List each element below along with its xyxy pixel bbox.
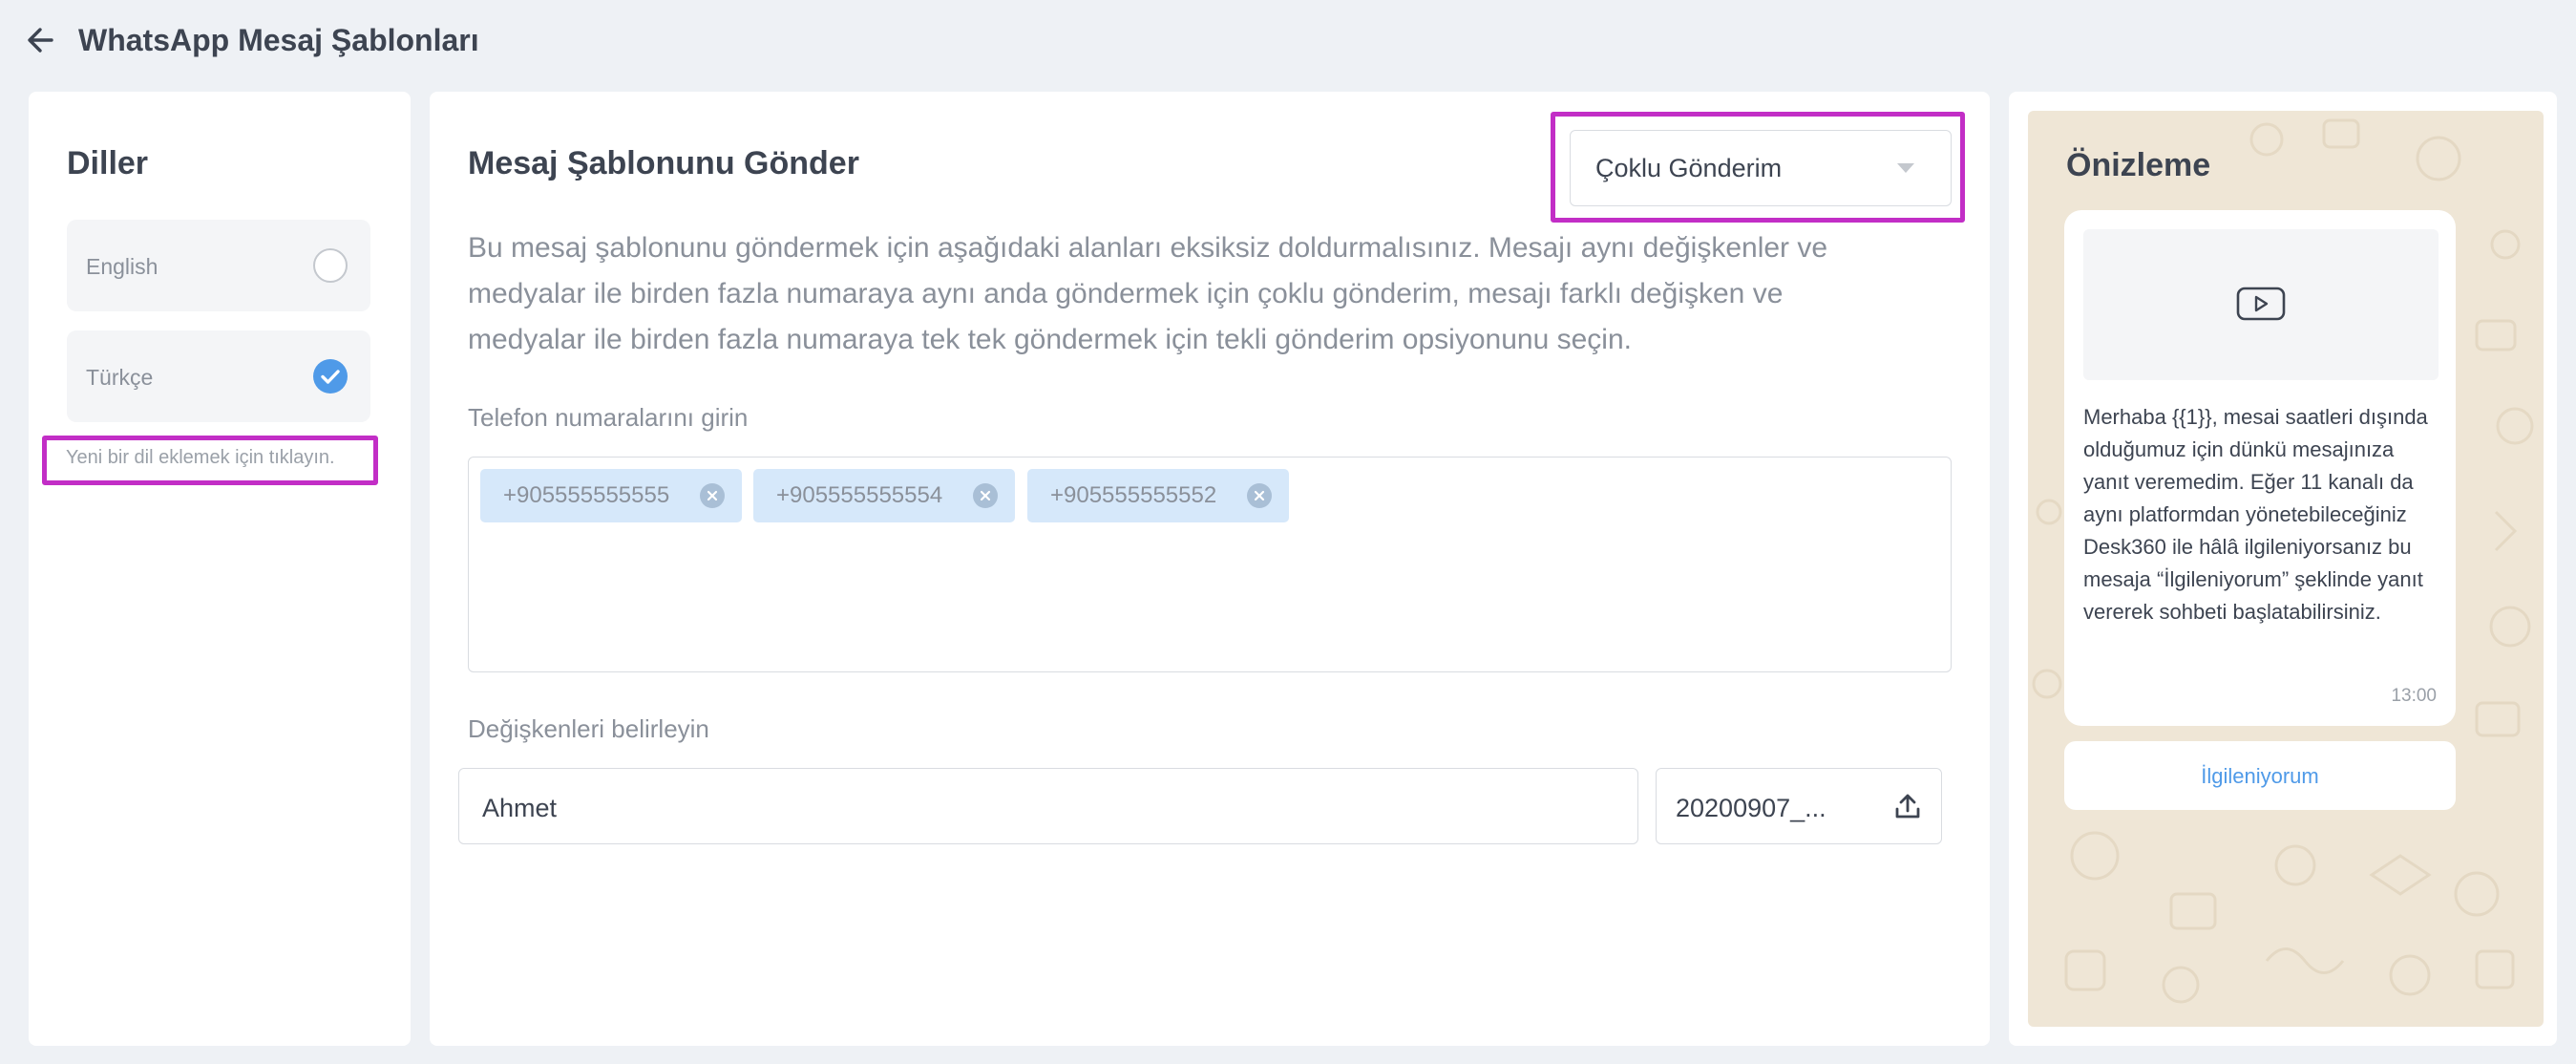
preview-panel: Önizleme Merhaba {{1}}, mesai saatleri d… (2009, 92, 2557, 1046)
variable-input[interactable]: Ahmet (458, 768, 1638, 844)
variables-label: Değişkenleri belirleyin (468, 714, 709, 743)
language-option-turkish[interactable]: Türkçe (67, 330, 370, 422)
language-label: Türkçe (86, 365, 154, 390)
phone-chip: +905555555555 (480, 469, 742, 522)
radio-unchecked-icon[interactable] (313, 248, 348, 283)
page-title: WhatsApp Mesaj Şablonları (78, 23, 479, 57)
caret-down-icon (1897, 163, 1914, 173)
send-type-dropdown[interactable]: Çoklu Gönderim (1570, 130, 1952, 206)
file-name: 20200907_... (1676, 794, 1826, 822)
check-icon (321, 370, 340, 384)
phone-numbers-input[interactable]: +905555555555 +905555555554 +90555555555… (468, 457, 1952, 672)
add-language-link[interactable]: Yeni bir dil eklemek için tıklayın. (42, 436, 378, 485)
remove-chip-icon[interactable] (1247, 483, 1272, 508)
phone-chip-label: +905555555554 (776, 482, 943, 508)
phone-chip-label: +905555555552 (1050, 482, 1217, 508)
phone-chip: +905555555552 (1027, 469, 1289, 522)
quick-reply-button[interactable]: İlgileniyorum (2064, 741, 2456, 810)
header-bar: WhatsApp Mesaj Şablonları (0, 0, 2576, 86)
back-button[interactable] (23, 21, 61, 59)
remove-chip-icon[interactable] (700, 483, 725, 508)
message-time: 13:00 (2391, 686, 2437, 706)
phones-label: Telefon numaralarını girin (468, 403, 749, 432)
media-file-input[interactable]: 20200907_... (1656, 768, 1942, 844)
phone-chip: +905555555554 (753, 469, 1015, 522)
message-text: Merhaba {{1}}, mesai saatleri dışında ol… (2083, 405, 2428, 624)
send-type-value: Çoklu Gönderim (1595, 154, 1783, 182)
media-placeholder (2083, 229, 2439, 380)
arrow-left-icon (28, 28, 53, 53)
language-label: English (86, 254, 158, 279)
send-template-panel: Mesaj Şablonunu Gönder Çoklu Gönderim Bu… (430, 92, 1990, 1046)
chat-background: Önizleme Merhaba {{1}}, mesai saatleri d… (2028, 111, 2544, 1027)
radio-checked-icon[interactable] (313, 359, 348, 394)
preview-title: Önizleme (2066, 147, 2211, 183)
video-play-icon (2236, 287, 2286, 321)
languages-title: Diller (67, 145, 149, 181)
phone-chip-label: +905555555555 (503, 482, 670, 508)
quick-reply-label: İlgileniyorum (2201, 764, 2319, 788)
language-option-english[interactable]: English (67, 220, 370, 311)
instructions-text: Bu mesaj şablonunu göndermek için aşağıd… (468, 232, 1828, 355)
upload-icon[interactable] (1893, 792, 1922, 820)
section-title: Mesaj Şablonunu Gönder (468, 145, 859, 181)
message-bubble: Merhaba {{1}}, mesai saatleri dışında ol… (2064, 210, 2456, 726)
languages-panel: Diller English Türkçe Yeni bir dil eklem… (29, 92, 411, 1046)
remove-chip-icon[interactable] (973, 483, 998, 508)
